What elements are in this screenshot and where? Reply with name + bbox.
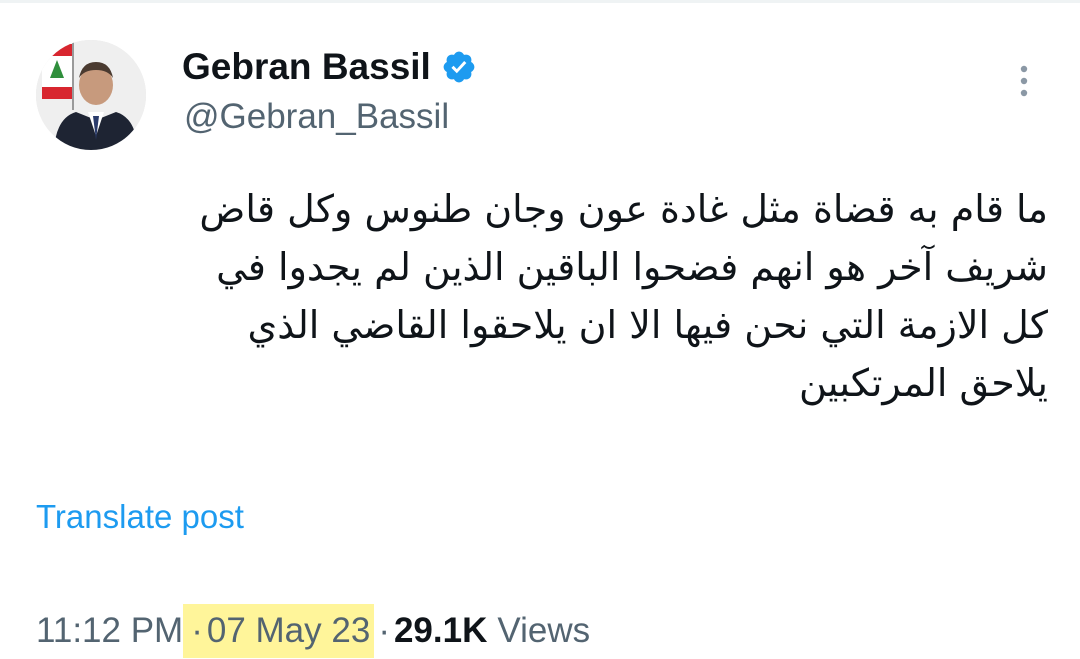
avatar[interactable] <box>36 40 146 150</box>
post-time[interactable]: 11:12 PM <box>36 611 183 651</box>
more-vertical-icon <box>1019 64 1029 103</box>
views-count[interactable]: 29.1K <box>394 611 487 651</box>
post-date[interactable]: 07 May 23 <box>207 604 370 658</box>
translate-post-link[interactable]: Translate post <box>36 498 244 536</box>
post-text: ما قام به قضاة مثل غادة عون وجان طنوس وك… <box>199 187 1048 405</box>
post-date-highlight: · 07 May 23 <box>183 604 375 658</box>
more-options-button[interactable] <box>1004 60 1044 106</box>
views-label[interactable]: Views <box>497 611 590 651</box>
author-display-name[interactable]: Gebran Bassil <box>182 46 431 88</box>
verified-badge-icon[interactable] <box>441 49 477 85</box>
post-metadata: 11:12 PM · 07 May 23 · 29.1K Views <box>36 604 590 658</box>
author-name-row[interactable]: Gebran Bassil <box>182 42 477 92</box>
separator-dot: · <box>191 611 203 650</box>
author-handle[interactable]: @Gebran_Bassil <box>184 97 449 137</box>
avatar-photo <box>36 40 146 150</box>
top-divider <box>0 0 1080 3</box>
separator-dot: · <box>378 611 390 650</box>
